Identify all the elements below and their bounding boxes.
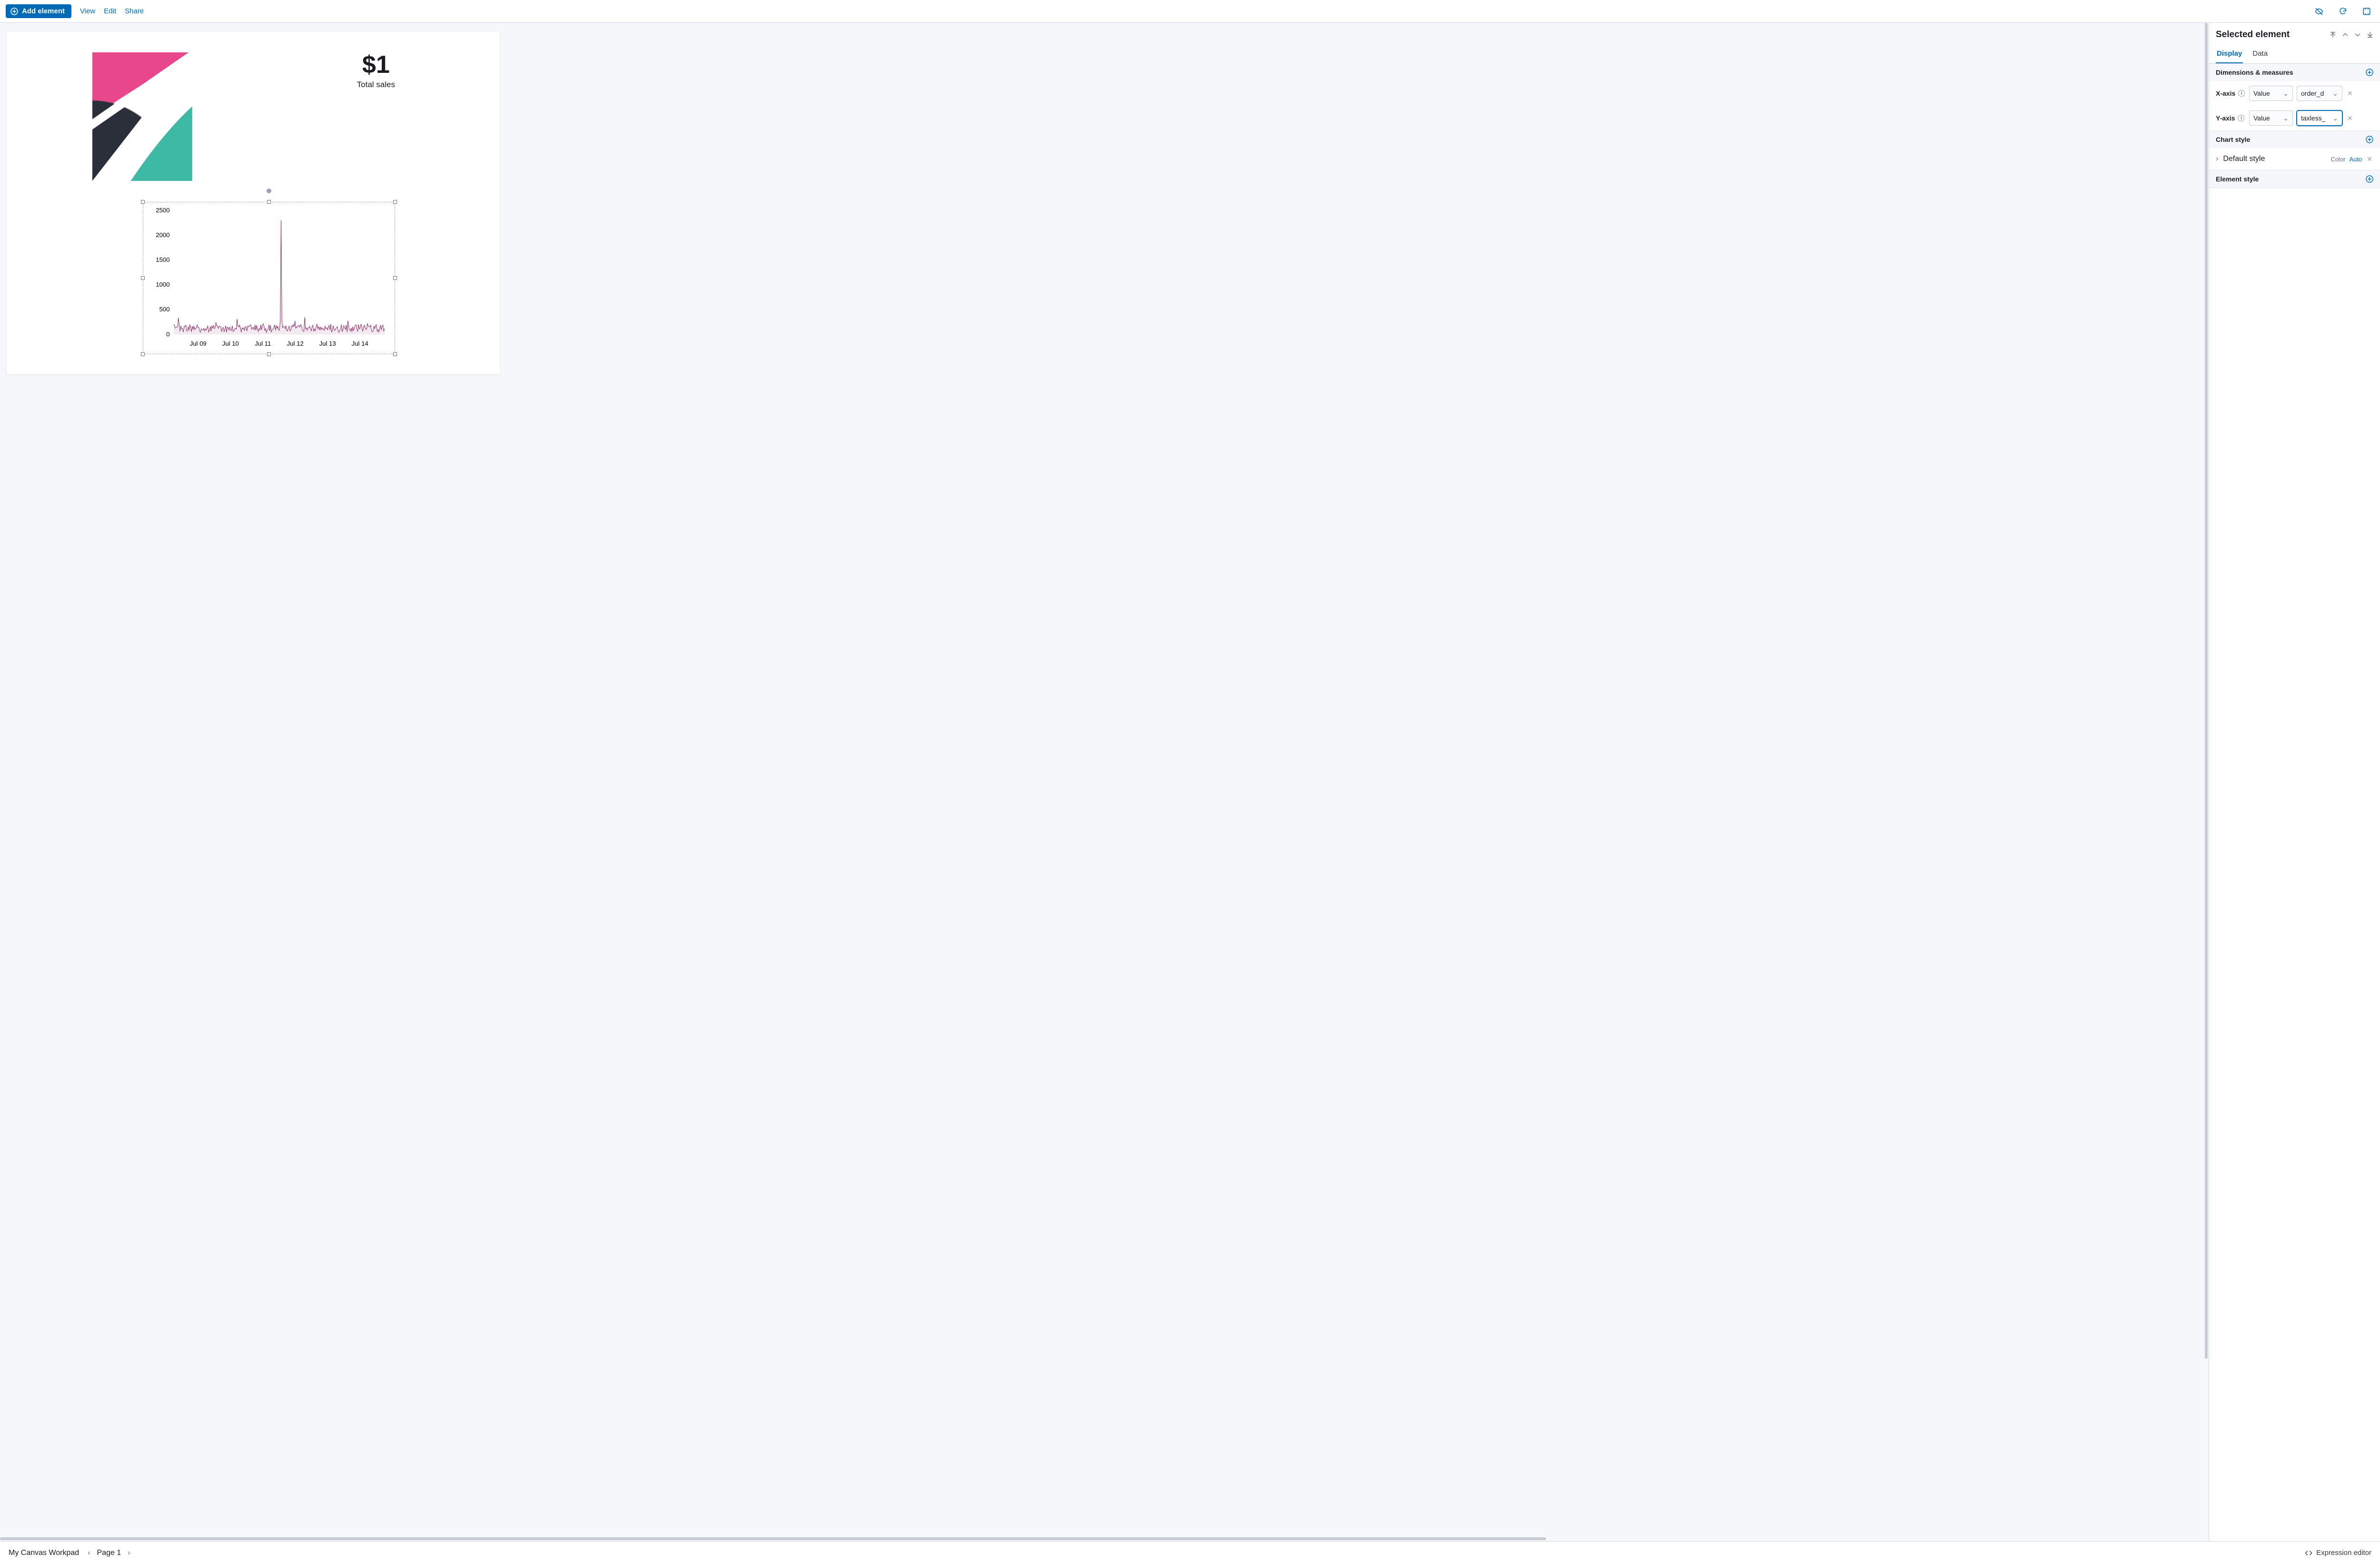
expression-editor-button[interactable]: Expression editor <box>2305 1549 2371 1557</box>
svg-text:500: 500 <box>159 306 170 313</box>
prev-page-icon[interactable]: ‹ <box>88 1549 90 1557</box>
yaxis-label: Y-axis <box>2216 114 2235 122</box>
canvas-vertical-scrollbar[interactable] <box>2204 23 2209 1541</box>
add-dimension-icon[interactable] <box>2366 69 2373 76</box>
kibana-logo[interactable] <box>92 52 192 181</box>
metric-value: $1 <box>357 50 395 79</box>
selected-chart-element[interactable]: 0 500 1000 1500 2000 2500 Jul 09 Jul 10 Jul 11 Ju… <box>143 202 395 354</box>
move-to-bottom-icon[interactable] <box>2367 31 2373 38</box>
section-dimensions: Dimensions & measures X-axis i Value ⌄ o… <box>2209 64 2380 131</box>
resize-handle-tl[interactable] <box>141 200 145 204</box>
section-element-style-title: Element style <box>2216 175 2259 183</box>
toolbar: Add element View Edit Share <box>0 0 2380 23</box>
color-label: Color <box>2330 156 2345 163</box>
info-icon[interactable]: i <box>2238 90 2245 97</box>
svg-text:Jul 14: Jul 14 <box>352 340 368 347</box>
color-auto-link[interactable]: Auto <box>2350 156 2362 163</box>
add-element-label: Add element <box>22 7 65 15</box>
yaxis-row: Y-axis i Value ⌄ taxless_ ⌄ ✕ <box>2209 106 2380 130</box>
canvas-area[interactable]: $1 Total sales 0 500 1000 1500 2000 2500 Jul 0… <box>0 23 2209 1541</box>
plus-circle-icon <box>10 8 18 15</box>
expression-editor-label: Expression editor <box>2316 1549 2371 1557</box>
workpad-title[interactable]: My Canvas Workpad <box>9 1549 79 1557</box>
current-page[interactable]: Page 1 <box>97 1549 121 1557</box>
svg-text:1500: 1500 <box>156 256 169 263</box>
svg-text:Jul 11: Jul 11 <box>255 340 271 347</box>
refresh-icon[interactable] <box>2335 4 2350 19</box>
yaxis-field-select[interactable]: taxless_ ⌄ <box>2297 110 2342 126</box>
canvas-horizontal-scrollbar[interactable] <box>0 1536 2209 1541</box>
svg-text:1000: 1000 <box>156 281 169 288</box>
code-icon <box>2305 1549 2312 1557</box>
footer: My Canvas Workpad ‹ Page 1 › Expression … <box>0 1541 2380 1564</box>
resize-handle-tm[interactable] <box>267 200 271 204</box>
layer-nav <box>2330 31 2373 38</box>
chevron-down-icon: ⌄ <box>2332 114 2338 122</box>
yaxis-agg-select[interactable]: Value ⌄ <box>2249 110 2293 126</box>
add-chart-style-icon[interactable] <box>2366 136 2373 143</box>
move-down-icon[interactable] <box>2354 31 2361 38</box>
tab-display[interactable]: Display <box>2216 45 2243 63</box>
chevron-down-icon: ⌄ <box>2332 90 2338 98</box>
view-menu[interactable]: View <box>80 7 95 15</box>
sidebar: Selected element Display Data <box>2209 23 2380 1541</box>
edit-menu[interactable]: Edit <box>104 7 116 15</box>
canvas-page[interactable]: $1 Total sales 0 500 1000 1500 2000 2500 Jul 0… <box>7 31 500 374</box>
sidebar-tabs: Display Data <box>2209 45 2380 64</box>
remove-xaxis-icon[interactable]: ✕ <box>2346 90 2354 98</box>
info-icon[interactable]: i <box>2238 115 2244 121</box>
xaxis-label: X-axis <box>2216 90 2235 97</box>
move-to-top-icon[interactable] <box>2330 31 2336 38</box>
resize-handle-ml[interactable] <box>141 276 145 280</box>
section-chart-style-title: Chart style <box>2216 136 2250 143</box>
resize-handle-bm[interactable] <box>267 352 271 356</box>
svg-text:0: 0 <box>166 330 169 338</box>
default-style-row[interactable]: › Default style Color Auto ✕ <box>2209 148 2380 170</box>
add-element-button[interactable]: Add element <box>6 4 71 18</box>
metric-element[interactable]: $1 Total sales <box>357 50 395 90</box>
svg-text:Jul 12: Jul 12 <box>287 340 304 347</box>
sidebar-header: Selected element <box>2209 23 2380 45</box>
section-dimensions-title: Dimensions & measures <box>2216 69 2293 76</box>
resize-handle-br[interactable] <box>393 352 397 356</box>
section-element-style: Element style <box>2209 170 2380 188</box>
svg-text:Jul 13: Jul 13 <box>319 340 336 347</box>
resize-handle-mr[interactable] <box>393 276 397 280</box>
xaxis-field-select[interactable]: order_d ⌄ <box>2297 86 2342 101</box>
share-menu[interactable]: Share <box>125 7 144 15</box>
resize-handle-bl[interactable] <box>141 352 145 356</box>
tab-data[interactable]: Data <box>2251 45 2269 63</box>
default-style-label: Default style <box>2223 155 2265 163</box>
page-pager: ‹ Page 1 › <box>88 1549 130 1557</box>
metric-label: Total sales <box>357 80 395 90</box>
remove-style-icon[interactable]: ✕ <box>2366 155 2373 163</box>
xaxis-agg-select[interactable]: Value ⌄ <box>2249 86 2293 101</box>
hide-edit-controls-icon[interactable] <box>2311 4 2327 19</box>
rotate-handle[interactable] <box>267 189 271 193</box>
main: $1 Total sales 0 500 1000 1500 2000 2500 Jul 0… <box>0 23 2380 1541</box>
section-chart-style: Chart style › Default style Color Auto ✕ <box>2209 131 2380 170</box>
xaxis-row: X-axis i Value ⌄ order_d ⌄ ✕ <box>2209 81 2380 106</box>
svg-text:2000: 2000 <box>156 231 169 239</box>
svg-text:2500: 2500 <box>156 208 169 214</box>
add-element-style-icon[interactable] <box>2366 175 2373 183</box>
remove-yaxis-icon[interactable]: ✕ <box>2346 114 2354 122</box>
fullscreen-icon[interactable] <box>2359 4 2374 19</box>
svg-text:Jul 10: Jul 10 <box>222 340 239 347</box>
svg-text:Jul 09: Jul 09 <box>190 340 207 347</box>
resize-handle-tr[interactable] <box>393 200 397 204</box>
sidebar-title: Selected element <box>2216 30 2290 40</box>
next-page-icon[interactable]: › <box>128 1549 130 1557</box>
chevron-right-icon: › <box>2216 155 2218 163</box>
chevron-down-icon: ⌄ <box>2283 114 2289 122</box>
move-up-icon[interactable] <box>2342 31 2349 38</box>
chart: 0 500 1000 1500 2000 2500 Jul 09 Jul 10 Jul 11 Ju… <box>149 208 389 349</box>
chevron-down-icon: ⌄ <box>2283 90 2289 98</box>
